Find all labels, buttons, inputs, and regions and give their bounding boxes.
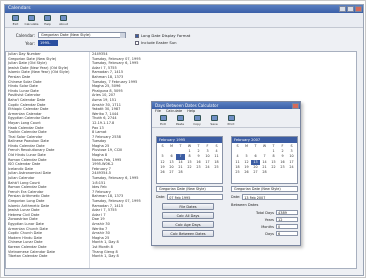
dialog-toolbar: Exit Paste Copy Save Print [152,114,300,128]
calc-all-days-button[interactable]: Calc All Days [162,212,214,219]
calendar-day[interactable]: 26 [158,170,167,175]
toolbar-exit-button[interactable]: Exit [9,14,22,27]
calendar-day[interactable]: 23 [278,165,287,170]
save-icon [210,115,218,121]
paste-icon [176,115,184,121]
calendar-day[interactable]: 27 [167,170,176,175]
end-date-calendar[interactable]: February 2007 S M T W T F S 1 2 3 4 5 6 7 8 9 10 11 12 13 14… [231,136,298,184]
calculator-icon [28,14,35,21]
calc-age-days-button[interactable]: Calc Age Days [162,221,214,228]
calendar-select[interactable]: Gregorian Date (New Style) [38,32,126,38]
calendar-day[interactable]: 24 [287,165,296,170]
dialog-close-button[interactable] [292,103,299,109]
checkbox-box [135,33,139,38]
days-label: Days [265,231,274,236]
start-calendar-select[interactable]: Gregorian Date (New Style) [156,186,223,192]
start-date-label: Date: [156,195,166,199]
calendar-label: Calendar: [15,32,35,38]
calendar-day[interactable]: 22 [269,165,278,170]
calendar-day[interactable]: 26 [242,170,251,175]
long-date-checkbox[interactable]: Long Date Display Format [135,32,190,39]
toolbar-help-button[interactable]: Help [41,14,54,27]
list-item[interactable]: Tibetan Calendar Date [6,254,89,259]
calendar-name-column: Julian Day Number Gregorian Date (New Sty… [6,52,90,268]
years-label: Years [264,217,274,222]
main-toolbar: Exit Calculate Help About [5,13,363,28]
months-field[interactable]: 0 [276,223,298,230]
calendar-day[interactable]: 27 [251,170,260,175]
calendar-day[interactable]: 25 [233,170,242,175]
main-titlebar[interactable]: Calendars [5,5,363,13]
years-field[interactable]: 12 [276,216,298,223]
toolbar-calculate-button[interactable]: Calculate [25,14,39,27]
calendar-day[interactable]: 25 [212,165,221,170]
maximize-button[interactable] [347,6,354,12]
dialog-paste-button[interactable]: Paste [174,114,186,127]
include-easter-checkbox[interactable]: Include Easter Sun [135,39,190,46]
end-date-label: Date: [231,195,241,199]
list-item[interactable]: Month 1, Day 8 [90,254,356,259]
toolbar-about-button[interactable]: About [57,14,70,27]
checkbox-box [135,40,139,45]
end-calendar-select[interactable]: Gregorian Date (New Style) [231,186,298,192]
dialog-titlebar[interactable]: Days Between Dates Calculator [152,102,300,109]
year-input[interactable]: 1995-2007 [38,40,58,51]
help-icon [44,14,51,21]
exit-icon [12,14,19,21]
start-day-grid[interactable]: S M T W T F S 1 2 3 4 5 6 7 8 9 10 11 12 13 14 15 16 17 18 19 20 21… [157,143,222,176]
minimize-button[interactable] [339,6,346,12]
end-date-row: Date: 13 Feb 2007 [231,194,298,200]
action-buttons: File Dates Calc All Days Calc Age Days C… [162,203,214,239]
main-title: Calendars [8,6,31,11]
calendar-day[interactable]: 28 [176,170,185,175]
days-field[interactable]: 6 [276,230,298,237]
dialog-print-button[interactable]: Print [225,114,237,127]
end-date-input[interactable]: 13 Feb 2007 [242,194,298,200]
dialog-save-button[interactable]: Save [208,114,220,127]
dialog-title: Days Between Dates Calculator [155,103,219,108]
calendar-day[interactable]: 23 [194,165,203,170]
screen: Calendars Exit Calculate Help About Cale… [0,0,366,278]
file-dates-button[interactable]: File Dates [162,203,214,210]
calendar-day[interactable]: 24 [203,165,212,170]
year-label: Year: [25,40,35,46]
dialog-copy-button[interactable]: Copy [191,114,203,127]
start-date-row: Date: 07 Feb 1995 [156,194,223,200]
between-dates-panel: Between Dates Total Days 4389 Years 12 Mon… [231,203,298,237]
print-icon [227,115,235,121]
calendar-day[interactable]: 28 [260,170,269,175]
days-between-dialog: Days Between Dates Calculator File Calcu… [151,101,301,246]
exit-icon [159,115,167,121]
copy-icon [193,115,201,121]
total-days-field[interactable]: 4389 [276,209,298,216]
total-days-label: Total Days [255,210,274,215]
dialog-exit-button[interactable]: Exit [157,114,169,127]
close-button[interactable] [355,6,362,12]
start-date-calendar[interactable]: February 1995 S M T W T F S 1 2 3 4 5 6 7 8 9 10 11 12 13 14… [156,136,223,184]
months-label: Months [261,224,274,229]
end-day-grid[interactable]: S M T W T F S 1 2 3 4 5 6 7 8 9 10 11 12 13 14 15 16 17 18 19 20 21… [232,143,297,176]
start-date-input[interactable]: 07 Feb 1995 [167,194,223,200]
info-icon [60,14,67,21]
calc-between-dates-button[interactable]: Calc Between Dates [162,230,214,237]
criteria-panel: Calendar: Gregorian Date (New Style) Yea… [5,28,363,52]
calendar-day[interactable]: 22 [185,165,194,170]
